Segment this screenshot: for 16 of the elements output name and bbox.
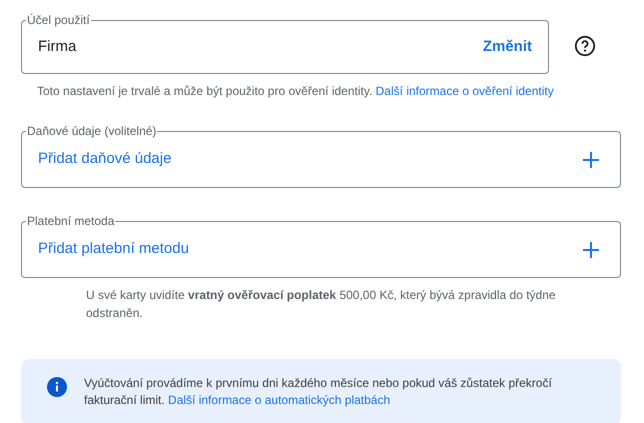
plus-icon	[582, 150, 600, 168]
info-icon	[47, 377, 67, 397]
add-link[interactable]: Přidat platební metodu	[38, 238, 189, 261]
field-label: Daňové údaje (volitelné)	[26, 123, 158, 140]
add-link[interactable]: Přidat daňové údaje	[38, 148, 172, 171]
help-icon[interactable]	[574, 34, 596, 56]
payments-link[interactable]: Další informace o automatických platbách	[168, 393, 390, 407]
usage-hint: Toto nastavení je trvalé a může být použito pro ověření identity. Další informace o ověření identity	[37, 83, 555, 100]
plus-icon	[582, 240, 600, 258]
change-link[interactable]: Změnit	[482, 36, 532, 58]
identity-link[interactable]: Další informace o ověření identity	[376, 84, 554, 98]
card-note: U své karty uvidíte vratný ověřovací poplatek 500,00 Kč, který bývá zpravidla do týdne odstraněn.	[86, 287, 557, 322]
field-label: Účel použití	[26, 12, 91, 29]
info-text: Vyúčtování provádíme k prvnímu dni každého měsíce nebo pokud váš zůstatek překročí fakturační limit. Další informace o automatických platbách	[84, 375, 553, 409]
field-value: Firma	[38, 36, 76, 57]
field-label: Platební metoda	[26, 213, 116, 230]
